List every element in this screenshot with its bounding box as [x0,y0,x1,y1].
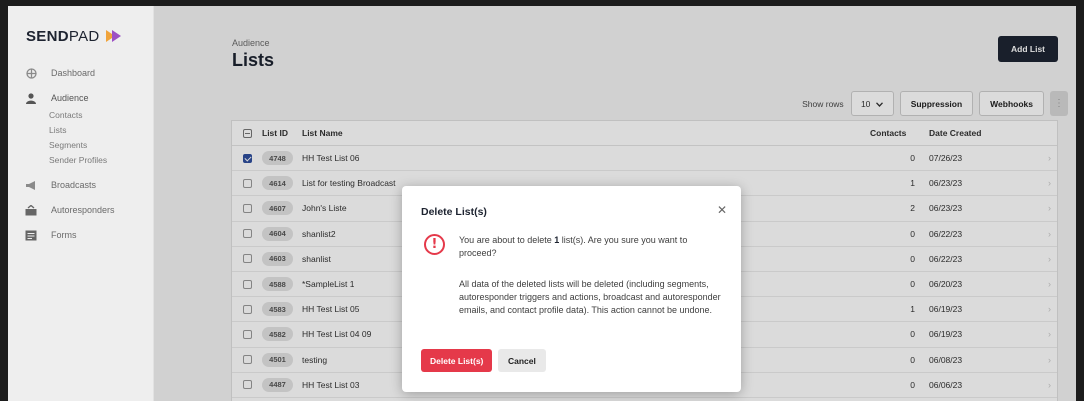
form-icon [25,229,37,241]
sendpad-logo[interactable]: SENDPAD [26,28,122,45]
sidebar-item-dashboard[interactable]: Dashboard [8,67,154,79]
sidebar-item-autoresponders[interactable]: Autoresponders [8,204,154,216]
logo-mark-icon [105,29,122,43]
cancel-button[interactable]: Cancel [498,349,546,372]
dialog-message: You are about to delete 1 list(s). Are y… [459,234,725,260]
dialog-detail: All data of the deleted lists will be de… [459,279,721,315]
sidebar-item-label: Audience [51,93,89,103]
confirm-delete-button[interactable]: Delete List(s) [421,349,493,372]
megaphone-icon [25,179,37,191]
sidebar-item-label: Dashboard [51,68,96,78]
sidebar-item-broadcasts[interactable]: Broadcasts [8,179,154,191]
sidebar-item-forms[interactable]: Forms [8,229,154,241]
dialog-title: Delete List(s) [421,206,487,218]
dashboard-icon [25,67,37,79]
delete-list-dialog: Delete List(s) ✕ ! You are about to dele… [402,186,741,392]
sidebar-item-label: Broadcasts [51,180,97,190]
app-window: SENDPAD Dashboard Audience Contacts List… [8,6,1076,401]
logo-text-bold: SEND [26,28,69,45]
inbox-icon [25,204,37,216]
users-icon [25,92,37,104]
sidebar: SENDPAD Dashboard Audience Contacts List… [8,6,154,401]
sidebar-item-audience[interactable]: Audience [8,92,154,104]
warning-icon: ! [424,234,445,255]
sidebar-item-label: Forms [51,230,77,240]
sidebar-subitem-lists[interactable]: Lists [49,125,66,135]
close-icon[interactable]: ✕ [717,203,727,217]
sidebar-subitem-contacts[interactable]: Contacts [49,110,83,120]
sidebar-subitem-segments[interactable]: Segments [49,140,87,150]
logo-text-rest: PAD [68,28,100,45]
sidebar-item-label: Autoresponders [51,205,115,215]
sidebar-subitem-sender-profiles[interactable]: Sender Profiles [49,155,107,165]
dialog-message-pre: You are about to delete [459,235,555,245]
